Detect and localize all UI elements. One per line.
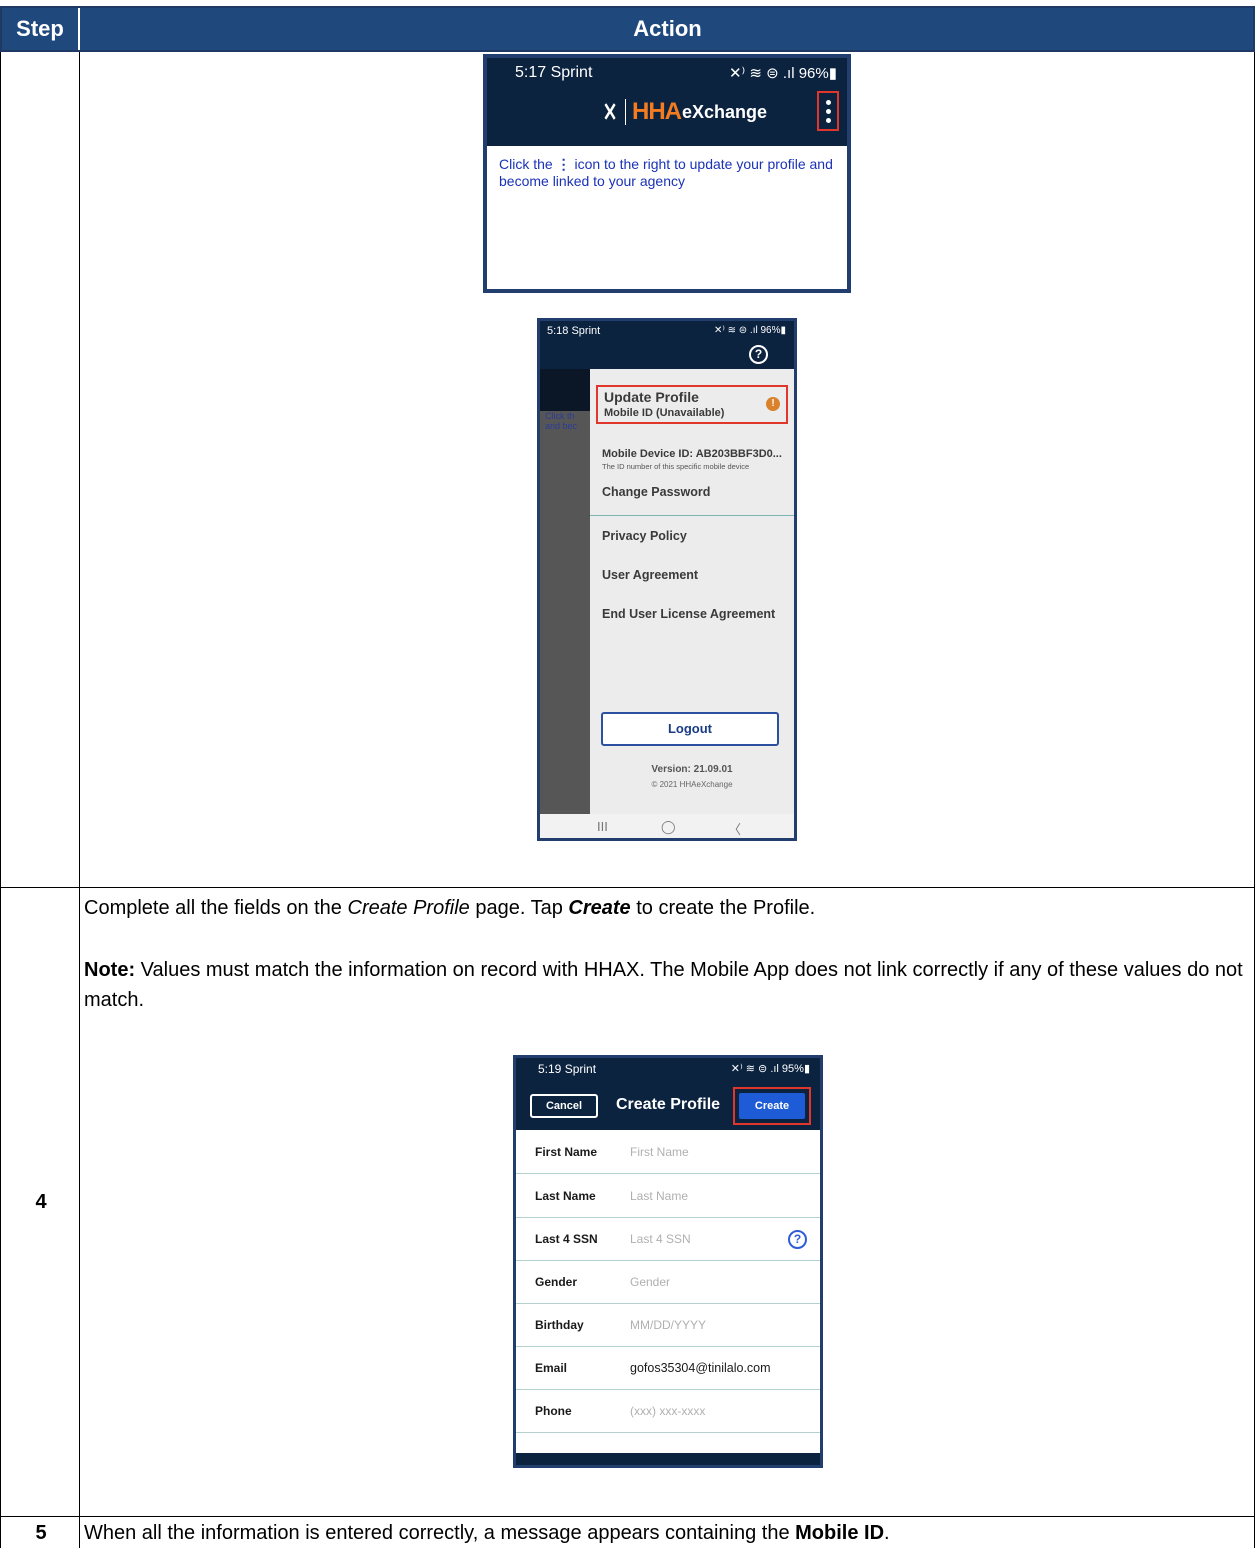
page-title: Create Profile: [616, 1096, 721, 1113]
last-name-input[interactable]: Last Name: [630, 1189, 688, 1203]
user-agreement-item[interactable]: User Agreement: [602, 568, 698, 582]
status-icons: ✕⁾ ≋ ⊜ .ıl 96%▮: [728, 65, 837, 82]
cancel-button[interactable]: Cancel: [530, 1094, 598, 1118]
ssn-field[interactable]: Last 4 SSN Last 4 SSN ?: [516, 1218, 820, 1261]
table-header: Step Action: [0, 6, 1255, 52]
logo-separator: [625, 99, 626, 125]
logo-hha: HHA: [632, 98, 682, 125]
update-profile-label: Update Profile: [604, 389, 699, 405]
gender-input[interactable]: Gender: [630, 1275, 670, 1289]
status-time: 5:18 Sprint: [547, 325, 601, 337]
first-name-field[interactable]: First Name First Name: [516, 1131, 820, 1174]
table-border-left: [0, 52, 1, 1548]
step4-instruction: Complete all the fields on the Create Pr…: [84, 897, 816, 919]
recent-apps-icon[interactable]: III: [597, 819, 608, 834]
warning-icon: !: [766, 397, 780, 411]
birthday-input[interactable]: MM/DD/YYYY: [630, 1318, 706, 1332]
create-highlight: Create: [733, 1087, 811, 1125]
column-divider: [79, 52, 80, 1548]
app-menu-screenshot: 5:18 Sprint ✕⁾ ≋ ⊜ .ıl 96%▮ ? Click th a…: [537, 318, 797, 841]
step-number: 5: [35, 1522, 47, 1544]
row-divider: [0, 1516, 1255, 1517]
logout-button[interactable]: Logout: [601, 712, 779, 746]
link-agency-message: Click the ⋮ icon to the right to update …: [499, 156, 833, 189]
phone-field[interactable]: Phone (xxx) xxx-xxxx: [516, 1390, 820, 1433]
app-header: 5:17 Sprint ✕⁾ ≋ ⊜ .ıl 96%▮ ☓ HHA eXchan…: [487, 58, 847, 146]
ssn-input[interactable]: Last 4 SSN: [630, 1232, 691, 1246]
keyboard-edge: [516, 1453, 820, 1465]
step5-instruction: When all the information is entered corr…: [84, 1522, 890, 1544]
android-nav-bar: III ◯ 〈: [540, 814, 794, 838]
copyright: © 2021 HHAeXchange: [651, 780, 733, 789]
last-name-field[interactable]: Last Name Last Name: [516, 1175, 820, 1218]
obscured-message: Click th and bec: [545, 411, 578, 431]
logo-exchange: eXchange: [682, 101, 768, 122]
help-icon[interactable]: ?: [749, 345, 768, 364]
menu-divider: [590, 515, 794, 516]
email-field[interactable]: Email gofos35304@tinilalo.com: [516, 1347, 820, 1390]
app-version: Version: 21.09.01: [651, 764, 733, 775]
app-header: 5:19 Sprint ✕⁾ ≋ ⊜ .ıl 95%▮ Cancel Creat…: [516, 1058, 820, 1130]
birthday-field[interactable]: Birthday MM/DD/YYYY: [516, 1304, 820, 1347]
mobile-device-id: Mobile Device ID: AB203BBF3D0...: [602, 448, 782, 460]
status-icons: ✕⁾ ≋ ⊜ .ıl 96%▮: [713, 325, 786, 336]
gender-field[interactable]: Gender Gender: [516, 1261, 820, 1304]
home-icon[interactable]: ◯: [661, 819, 676, 835]
change-password-item[interactable]: Change Password: [602, 485, 710, 499]
side-menu: Update Profile Mobile ID (Unavailable) !…: [590, 369, 794, 814]
status-icons: ✕⁾ ≋ ⊜ .ıl 95%▮: [730, 1063, 810, 1075]
status-time: 5:17 Sprint: [515, 64, 593, 81]
kebab-menu-icon[interactable]: [817, 91, 839, 131]
kebab-inline-icon: ⋮: [556, 156, 575, 172]
action-column-header: Action: [633, 16, 702, 41]
email-input[interactable]: gofos35304@tinilalo.com: [630, 1361, 771, 1375]
app-home-screenshot: 5:17 Sprint ✕⁾ ≋ ⊜ .ıl 96%▮ ☓ HHA eXchan…: [483, 54, 851, 293]
update-profile-item[interactable]: Update Profile Mobile ID (Unavailable) !: [596, 385, 788, 424]
person-logo-icon: ☓: [603, 96, 617, 127]
mobile-id-status: Mobile ID (Unavailable): [604, 407, 725, 419]
mobile-device-id-description: The ID number of this specific mobile de…: [602, 462, 750, 471]
status-time: 5:19 Sprint: [538, 1062, 597, 1076]
privacy-policy-item[interactable]: Privacy Policy: [602, 529, 687, 543]
first-name-input[interactable]: First Name: [630, 1145, 689, 1159]
row-divider: [0, 887, 1255, 888]
back-icon[interactable]: 〈: [728, 819, 741, 838]
step-number: 4: [35, 1191, 47, 1213]
phone-input[interactable]: (xxx) xxx-xxxx: [630, 1404, 705, 1418]
step4-note: Note: Values must match the information …: [84, 959, 1243, 1011]
create-profile-screenshot: 5:19 Sprint ✕⁾ ≋ ⊜ .ıl 95%▮ Cancel Creat…: [513, 1055, 823, 1468]
step-column-header: Step: [2, 8, 80, 50]
eula-item[interactable]: End User License Agreement: [602, 607, 775, 621]
app-header: 5:18 Sprint ✕⁾ ≋ ⊜ .ıl 96%▮ ?: [540, 321, 794, 369]
instruction-table: Step Action 5:17 Sprint ✕⁾ ≋ ⊜ .ıl 96%▮ …: [0, 0, 1255, 1548]
create-button[interactable]: Create: [739, 1093, 805, 1119]
help-icon[interactable]: ?: [788, 1230, 807, 1249]
hhaexchange-logo: ☓ HHA eXchange: [599, 96, 768, 127]
dimmed-background[interactable]: Click th and bec: [540, 369, 590, 814]
